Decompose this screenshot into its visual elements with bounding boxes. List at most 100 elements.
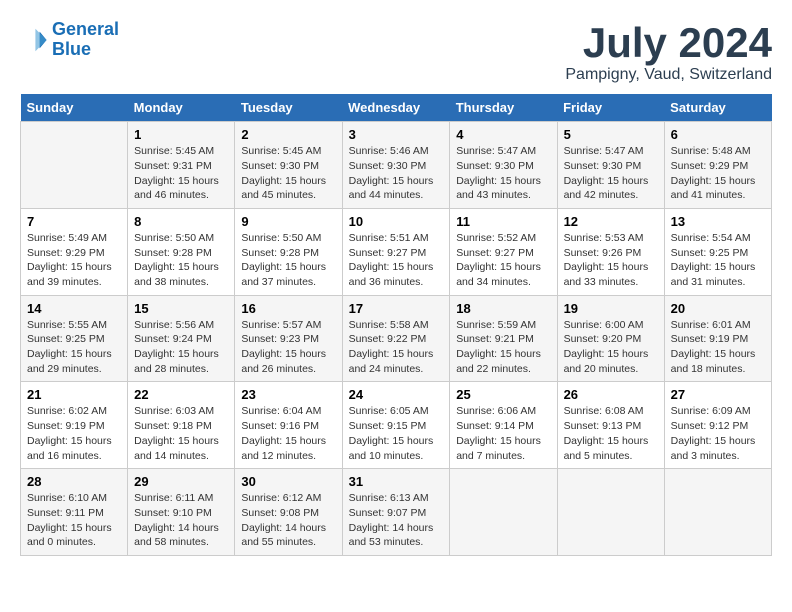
calendar-cell: 13 Sunrise: 5:54 AM Sunset: 9:25 PM Dayli… [664,208,771,295]
calendar-cell: 25 Sunrise: 6:06 AM Sunset: 9:14 PM Dayli… [450,382,557,469]
calendar-cell: 18 Sunrise: 5:59 AM Sunset: 9:21 PM Dayli… [450,295,557,382]
day-number: 17 [349,301,444,316]
calendar-cell: 7 Sunrise: 5:49 AM Sunset: 9:29 PM Daylig… [21,208,128,295]
day-number: 9 [241,214,335,229]
week-row-2: 7 Sunrise: 5:49 AM Sunset: 9:29 PM Daylig… [21,208,772,295]
day-number: 18 [456,301,550,316]
day-number: 19 [564,301,658,316]
header: General Blue July 2024 Pampigny, Vaud, S… [20,20,772,84]
cell-info: Sunrise: 5:48 AM Sunset: 9:29 PM Dayligh… [671,144,765,203]
day-number: 7 [27,214,121,229]
cell-info: Sunrise: 6:02 AM Sunset: 9:19 PM Dayligh… [27,404,121,463]
calendar-cell: 6Sunrise: 5:48 AM Sunset: 9:29 PM Daylig… [664,122,771,209]
calendar-cell: 22 Sunrise: 6:03 AM Sunset: 9:18 PM Dayli… [128,382,235,469]
cell-info: Sunrise: 5:45 AM Sunset: 9:31 PM Dayligh… [134,144,228,203]
calendar-cell: 15Sunrise: 5:56 AM Sunset: 9:24 PM Dayli… [128,295,235,382]
cell-info: Sunrise: 5:51 AM Sunset: 9:27 PM Dayligh… [349,231,444,290]
day-header-tuesday: Tuesday [235,94,342,122]
calendar-table: SundayMondayTuesdayWednesdayThursdayFrid… [20,94,772,556]
cell-info: Sunrise: 6:10 AM Sunset: 9:11 PM Dayligh… [27,491,121,550]
day-number: 12 [564,214,658,229]
cell-info: Sunrise: 6:06 AM Sunset: 9:14 PM Dayligh… [456,404,550,463]
day-number: 20 [671,301,765,316]
week-row-4: 21 Sunrise: 6:02 AM Sunset: 9:19 PM Dayli… [21,382,772,469]
calendar-cell: 28 Sunrise: 6:10 AM Sunset: 9:11 PM Dayli… [21,469,128,556]
cell-info: Sunrise: 6:12 AM Sunset: 9:08 PM Dayligh… [241,491,335,550]
cell-info: Sunrise: 6:04 AM Sunset: 9:16 PM Dayligh… [241,404,335,463]
cell-info: Sunrise: 6:09 AM Sunset: 9:12 PM Dayligh… [671,404,765,463]
week-row-1: 1 Sunrise: 5:45 AM Sunset: 9:31 PM Daylig… [21,122,772,209]
calendar-cell: 3Sunrise: 5:46 AM Sunset: 9:30 PM Daylig… [342,122,450,209]
cell-info: Sunrise: 6:08 AM Sunset: 9:13 PM Dayligh… [564,404,658,463]
calendar-cell: 20 Sunrise: 6:01 AM Sunset: 9:19 PM Dayli… [664,295,771,382]
calendar-cell: 17 Sunrise: 5:58 AM Sunset: 9:22 PM Dayli… [342,295,450,382]
day-number: 11 [456,214,550,229]
cell-info: Sunrise: 6:11 AM Sunset: 9:10 PM Dayligh… [134,491,228,550]
calendar-cell: 16 Sunrise: 5:57 AM Sunset: 9:23 PM Dayli… [235,295,342,382]
cell-info: Sunrise: 6:00 AM Sunset: 9:20 PM Dayligh… [564,318,658,377]
day-number: 13 [671,214,765,229]
cell-info: Sunrise: 5:54 AM Sunset: 9:25 PM Dayligh… [671,231,765,290]
cell-info: Sunrise: 5:53 AM Sunset: 9:26 PM Dayligh… [564,231,658,290]
cell-info: Sunrise: 5:50 AM Sunset: 9:28 PM Dayligh… [134,231,228,290]
cell-info: Sunrise: 5:50 AM Sunset: 9:28 PM Dayligh… [241,231,335,290]
cell-info: Sunrise: 6:13 AM Sunset: 9:07 PM Dayligh… [349,491,444,550]
cell-info: Sunrise: 5:49 AM Sunset: 9:29 PM Dayligh… [27,231,121,290]
week-row-3: 14Sunrise: 5:55 AM Sunset: 9:25 PM Dayli… [21,295,772,382]
cell-info: Sunrise: 5:55 AM Sunset: 9:25 PM Dayligh… [27,318,121,377]
calendar-cell: 9 Sunrise: 5:50 AM Sunset: 9:28 PM Daylig… [235,208,342,295]
cell-info: Sunrise: 6:01 AM Sunset: 9:19 PM Dayligh… [671,318,765,377]
calendar-cell: 10 Sunrise: 5:51 AM Sunset: 9:27 PM Dayli… [342,208,450,295]
day-header-wednesday: Wednesday [342,94,450,122]
calendar-cell: 26 Sunrise: 6:08 AM Sunset: 9:13 PM Dayli… [557,382,664,469]
cell-info: Sunrise: 5:58 AM Sunset: 9:22 PM Dayligh… [349,318,444,377]
day-header-thursday: Thursday [450,94,557,122]
calendar-body: 1 Sunrise: 5:45 AM Sunset: 9:31 PM Daylig… [21,122,772,556]
week-row-5: 28 Sunrise: 6:10 AM Sunset: 9:11 PM Dayli… [21,469,772,556]
day-number: 3 [349,127,444,142]
cell-info: Sunrise: 5:59 AM Sunset: 9:21 PM Dayligh… [456,318,550,377]
logo-icon [20,26,48,54]
cell-info: Sunrise: 5:52 AM Sunset: 9:27 PM Dayligh… [456,231,550,290]
calendar-cell: 1 Sunrise: 5:45 AM Sunset: 9:31 PM Daylig… [128,122,235,209]
day-header-sunday: Sunday [21,94,128,122]
cell-info: Sunrise: 5:47 AM Sunset: 9:30 PM Dayligh… [564,144,658,203]
calendar-cell: 23 Sunrise: 6:04 AM Sunset: 9:16 PM Dayli… [235,382,342,469]
cell-info: Sunrise: 6:03 AM Sunset: 9:18 PM Dayligh… [134,404,228,463]
day-number: 15 [134,301,228,316]
day-number: 27 [671,387,765,402]
main-title: July 2024 [565,20,772,66]
days-header-row: SundayMondayTuesdayWednesdayThursdayFrid… [21,94,772,122]
day-number: 22 [134,387,228,402]
day-number: 25 [456,387,550,402]
day-number: 2 [241,127,335,142]
day-header-friday: Friday [557,94,664,122]
logo: General Blue [20,20,119,60]
calendar-cell: 30Sunrise: 6:12 AM Sunset: 9:08 PM Dayli… [235,469,342,556]
calendar-cell: 27 Sunrise: 6:09 AM Sunset: 9:12 PM Dayli… [664,382,771,469]
calendar-cell: 19 Sunrise: 6:00 AM Sunset: 9:20 PM Dayli… [557,295,664,382]
cell-info: Sunrise: 5:57 AM Sunset: 9:23 PM Dayligh… [241,318,335,377]
calendar-cell: 24 Sunrise: 6:05 AM Sunset: 9:15 PM Dayli… [342,382,450,469]
day-number: 1 [134,127,228,142]
calendar-cell: 5 Sunrise: 5:47 AM Sunset: 9:30 PM Daylig… [557,122,664,209]
day-number: 28 [27,474,121,489]
day-number: 16 [241,301,335,316]
subtitle: Pampigny, Vaud, Switzerland [565,66,772,84]
cell-info: Sunrise: 6:05 AM Sunset: 9:15 PM Dayligh… [349,404,444,463]
day-number: 21 [27,387,121,402]
calendar-cell: 14Sunrise: 5:55 AM Sunset: 9:25 PM Dayli… [21,295,128,382]
calendar-cell: 12 Sunrise: 5:53 AM Sunset: 9:26 PM Dayli… [557,208,664,295]
day-number: 26 [564,387,658,402]
day-number: 5 [564,127,658,142]
day-number: 31 [349,474,444,489]
day-number: 4 [456,127,550,142]
calendar-cell: 4Sunrise: 5:47 AM Sunset: 9:30 PM Daylig… [450,122,557,209]
calendar-cell: 21 Sunrise: 6:02 AM Sunset: 9:19 PM Dayli… [21,382,128,469]
calendar-cell [21,122,128,209]
cell-info: Sunrise: 5:45 AM Sunset: 9:30 PM Dayligh… [241,144,335,203]
day-header-monday: Monday [128,94,235,122]
day-number: 23 [241,387,335,402]
day-number: 24 [349,387,444,402]
day-number: 10 [349,214,444,229]
